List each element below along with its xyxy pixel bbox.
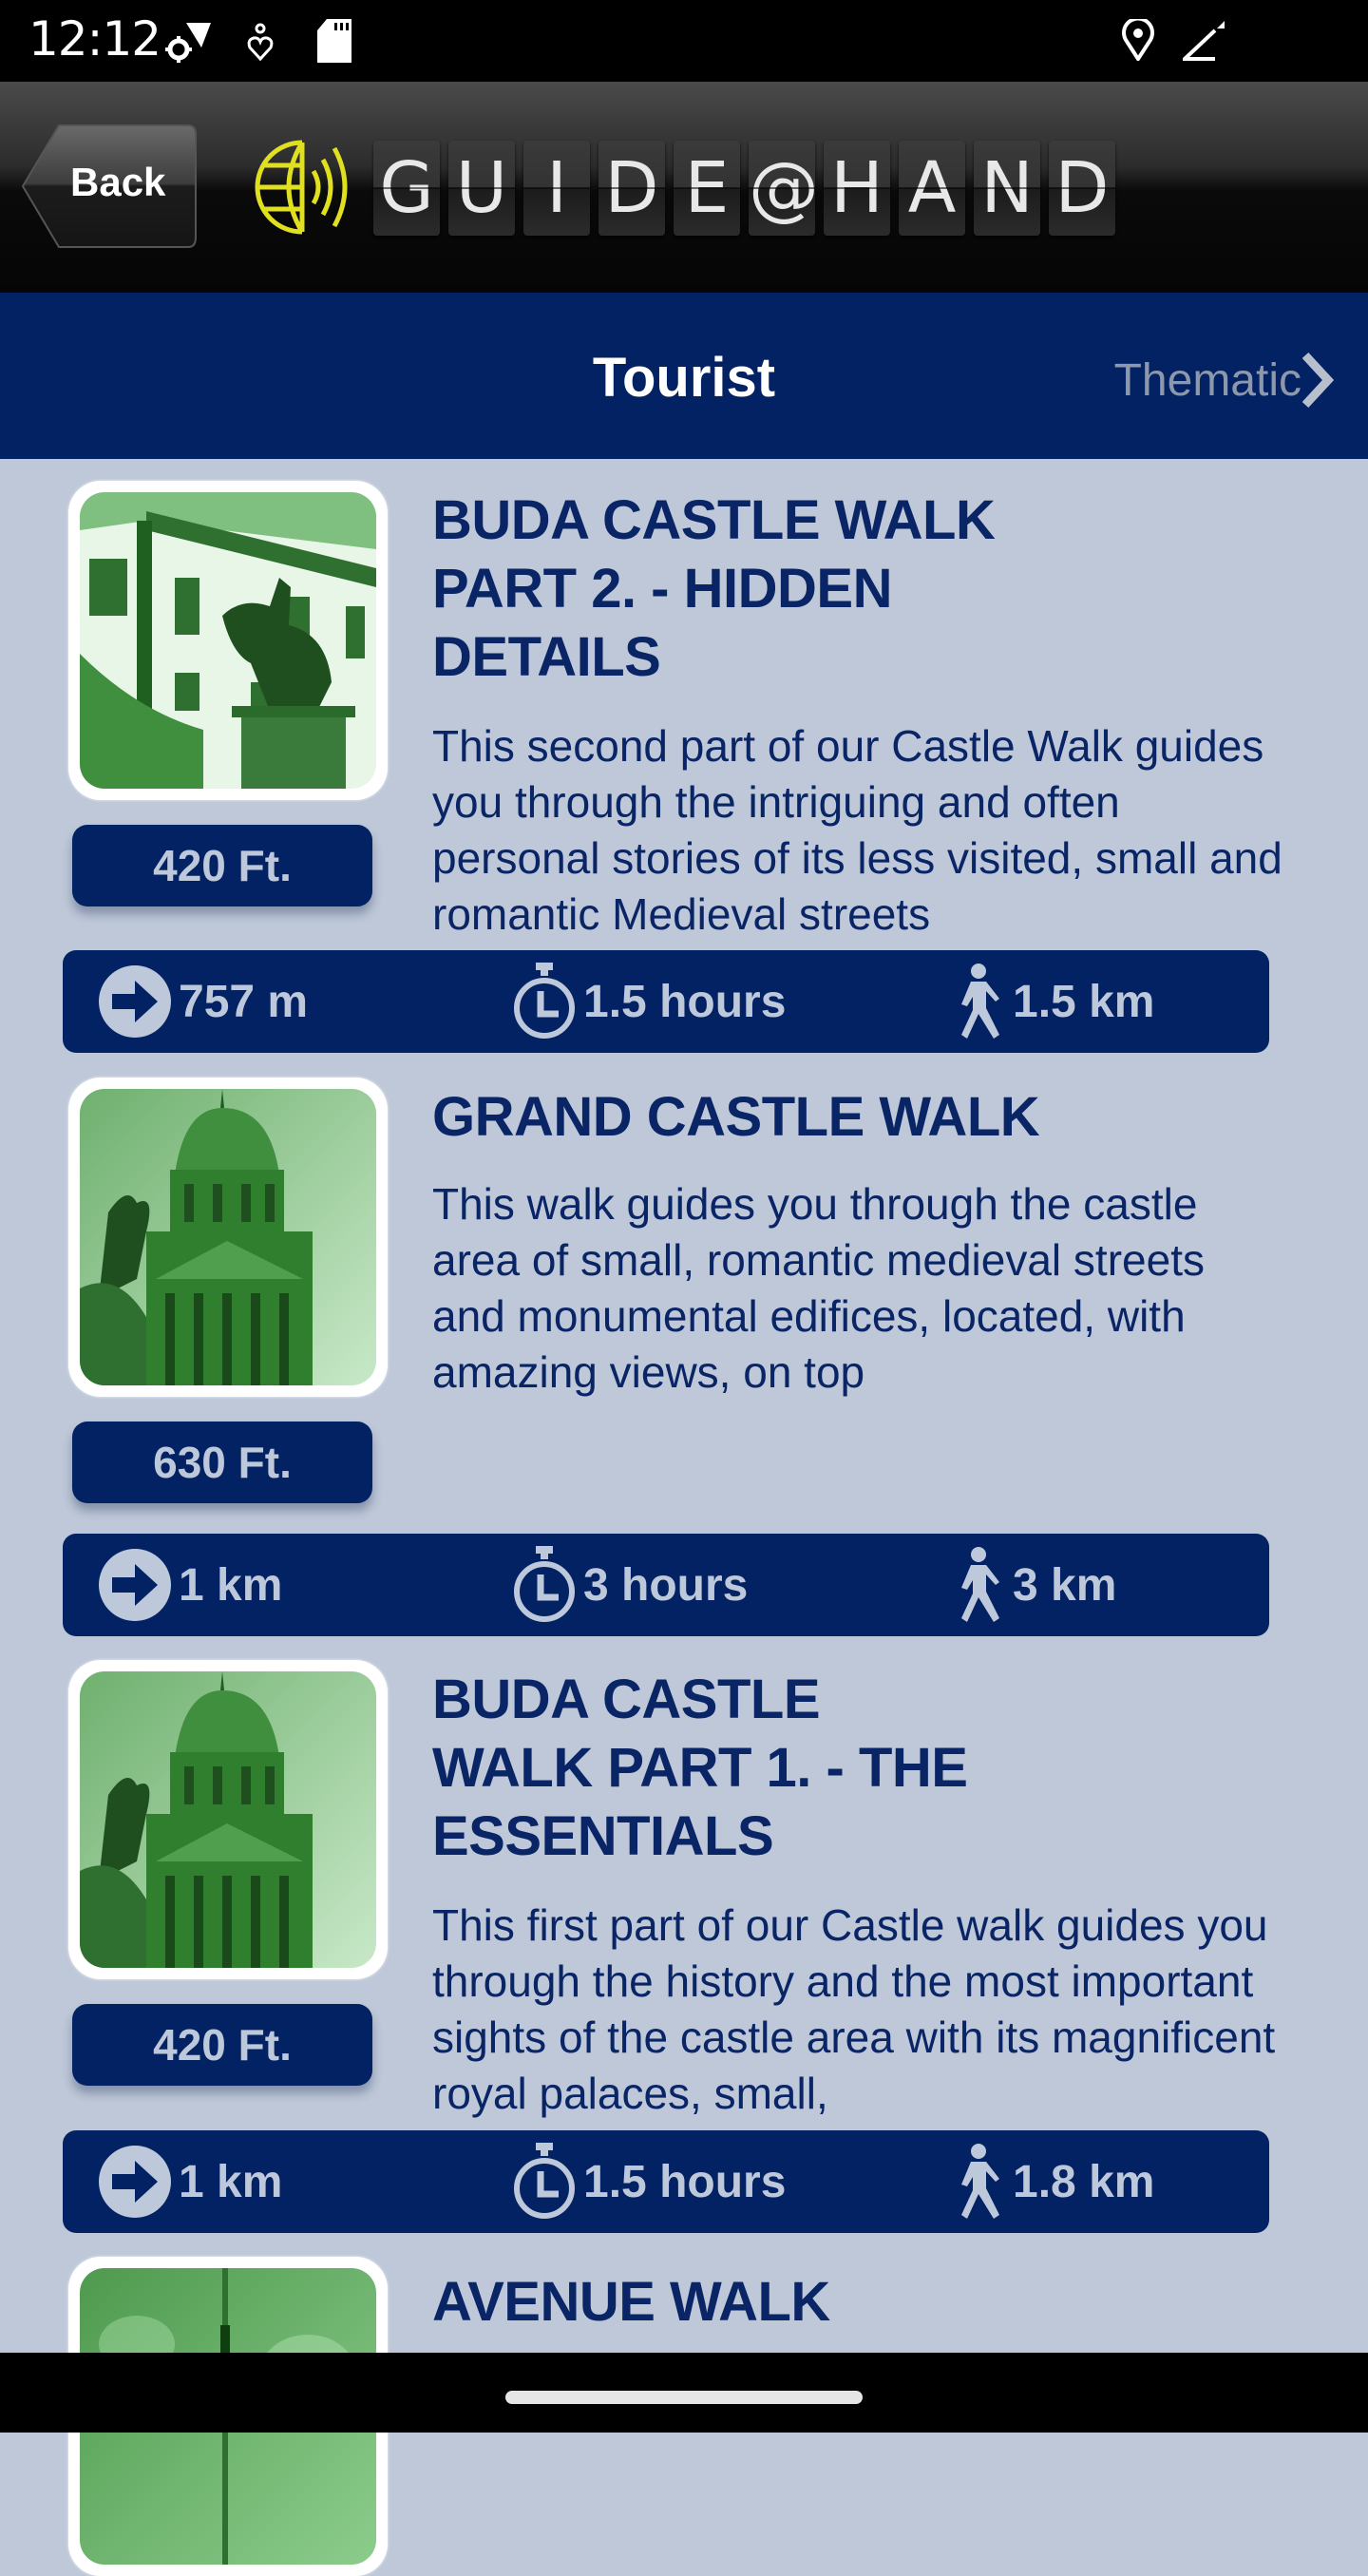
- walking-person-icon: [961, 2144, 999, 2219]
- elevation-badge: 420 Ft.: [72, 2004, 372, 2086]
- tab-thematic[interactable]: Thematic: [1114, 352, 1334, 409]
- walk-description: This first part of our Castle walk guide…: [432, 1900, 1276, 2118]
- walk-description: This second part of our Castle Walk guid…: [432, 721, 1282, 939]
- length-value: 3 km: [1013, 1559, 1117, 1611]
- walk-title-line: BUDA CASTLE: [432, 1669, 821, 1730]
- stopwatch-icon: [514, 963, 575, 1039]
- arrow-right-circle-icon: [99, 965, 171, 1038]
- logo-tile: D: [1049, 141, 1115, 236]
- settings-wifi-icon: [165, 23, 211, 63]
- walk-title-line: DETAILS: [432, 626, 661, 688]
- logo-tile: @: [749, 141, 819, 236]
- walk-title-line: GRAND CASTLE WALK: [432, 1086, 1040, 1148]
- walk-stats-bar: 757 m 1.5 hours 1.5 km: [63, 950, 1269, 1053]
- walk-thumbnail: [68, 1660, 388, 1979]
- walk-title[interactable]: GRAND CASTLE WALK: [432, 1083, 1040, 1152]
- duration-value: 1.5 hours: [583, 976, 787, 1027]
- logo-tile: I: [523, 141, 590, 236]
- stat-duration: 3 hours: [513, 1534, 748, 1636]
- stat-length: 1.8 km: [958, 2130, 1154, 2233]
- stat-distance-to-start: 757 m: [99, 950, 308, 1053]
- app-logo-wordmark: G U I D E @ H A N D: [373, 141, 1115, 236]
- back-button[interactable]: Back: [21, 124, 198, 249]
- status-time: 12:12: [28, 11, 162, 67]
- walk-stats-bar: 1 km 3 hours 3 km: [63, 1534, 1269, 1636]
- chevron-right-icon: [1302, 352, 1334, 409]
- logo-tile: D: [598, 141, 665, 236]
- castle-dome-image: [80, 1671, 376, 1968]
- logo-tile: U: [448, 141, 515, 236]
- walk-title[interactable]: BUDA CASTLE WALK PART 1. - THE ESSENTIAL…: [432, 1666, 1040, 1871]
- walk-thumbnail: [68, 481, 388, 800]
- distance-to-start-value: 757 m: [179, 976, 309, 1027]
- statue-building-image: [80, 492, 376, 789]
- stopwatch-icon: [514, 2143, 575, 2219]
- app-header: Back G U I D E @ H A N D: [0, 82, 1368, 293]
- stat-distance-to-start: 1 km: [99, 2130, 282, 2233]
- download-icon: [247, 23, 274, 62]
- elevation-badge: 630 Ft.: [72, 1422, 372, 1503]
- distance-to-start-value: 1 km: [179, 2156, 283, 2207]
- system-navigation-bar: [0, 2353, 1368, 2433]
- distance-to-start-value: 1 km: [179, 1559, 283, 1611]
- globe-sound-logo-icon: [255, 140, 348, 235]
- walking-person-icon: [961, 964, 999, 1039]
- arrow-right-circle-icon: [99, 2146, 171, 2218]
- walk-title-line: BUDA CASTLE WALK: [432, 489, 996, 551]
- duration-value: 3 hours: [583, 1559, 749, 1611]
- walk-title[interactable]: AVENUE WALK: [432, 2268, 1040, 2337]
- category-tab-bar: Tourist Thematic: [0, 293, 1368, 459]
- logo-tile: E: [674, 141, 740, 236]
- walk-title[interactable]: BUDA CASTLE WALK PART 2. - HIDDEN DETAIL…: [432, 487, 1040, 692]
- length-value: 1.5 km: [1013, 976, 1155, 1027]
- walk-description: This walk guides you through the castle …: [432, 1179, 1205, 1397]
- stat-length: 1.5 km: [958, 950, 1154, 1053]
- walk-title-line: AVENUE WALK: [432, 2271, 830, 2333]
- location-icon: [1122, 19, 1154, 61]
- stat-duration: 1.5 hours: [513, 2130, 786, 2233]
- home-gesture-handle[interactable]: [505, 2391, 863, 2404]
- stat-length: 3 km: [958, 1534, 1116, 1636]
- logo-tile: G: [373, 141, 440, 236]
- back-label: Back: [70, 160, 166, 204]
- logo-tile: N: [974, 141, 1040, 236]
- duration-value: 1.5 hours: [583, 2156, 787, 2207]
- logo-tile: A: [899, 141, 965, 236]
- walk-stats-bar: 1 km 1.5 hours 1.8 km: [63, 2130, 1269, 2233]
- stat-distance-to-start: 1 km: [99, 1534, 282, 1636]
- walk-title-line: WALK PART 1. - THE: [432, 1737, 968, 1799]
- arrow-right-circle-icon: [99, 1549, 171, 1621]
- tab-thematic-label: Thematic: [1113, 354, 1302, 406]
- castle-dome-image: [80, 1089, 376, 1385]
- stopwatch-icon: [514, 1546, 575, 1622]
- stat-duration: 1.5 hours: [513, 950, 786, 1053]
- walk-title-line: ESSENTIALS: [432, 1805, 774, 1867]
- walk-title-line: PART 2. - HIDDEN: [432, 558, 892, 620]
- status-bar: 12:12: [0, 0, 1368, 82]
- elevation-badge: 420 Ft.: [72, 825, 372, 906]
- walk-thumbnail: [68, 1078, 388, 1397]
- logo-tile: H: [824, 141, 890, 236]
- walking-person-icon: [961, 1547, 999, 1622]
- length-value: 1.8 km: [1013, 2156, 1155, 2207]
- signal-icon: [1183, 21, 1225, 61]
- sd-card-icon: [317, 19, 352, 63]
